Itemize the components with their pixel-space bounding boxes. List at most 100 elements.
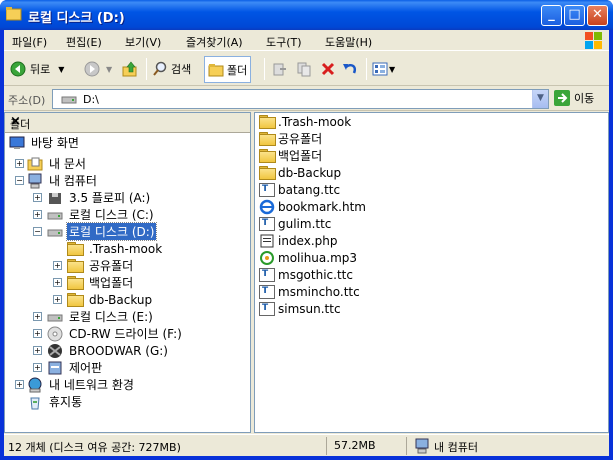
folders-button[interactable]: 폴더 xyxy=(204,56,252,83)
menu-favorites[interactable]: 즐겨찾기(A) xyxy=(186,34,243,50)
file-icon xyxy=(260,234,274,247)
tree-item-control-panel[interactable]: 제어판 xyxy=(47,359,104,376)
tree-item-broodwar-g[interactable]: BROODWAR (G:) xyxy=(47,342,170,359)
expand-toggle[interactable]: + xyxy=(15,159,24,168)
move-to-button[interactable] xyxy=(272,58,288,80)
list-item[interactable]: 공유폴더 xyxy=(259,130,322,147)
collapse-toggle[interactable]: − xyxy=(33,227,42,236)
tree-item-drive-e[interactable]: 로컬 디스크 (E:) xyxy=(47,308,155,325)
menu-view[interactable]: 보기(V) xyxy=(125,34,161,50)
expand-toggle[interactable]: + xyxy=(33,193,42,202)
tree-item-floppy-a[interactable]: 3.5 플로피 (A:) xyxy=(47,189,152,206)
tree-item-desktop[interactable]: 바탕 화면 xyxy=(9,134,81,151)
minimize-button[interactable]: _ xyxy=(541,5,562,26)
menu-edit[interactable]: 편집(E) xyxy=(66,34,102,50)
font-icon xyxy=(259,267,275,282)
tree-item-drive-d[interactable]: 로컬 디스크 (D:) xyxy=(47,222,158,241)
list-item[interactable]: index.php xyxy=(259,232,337,249)
status-location: 내 컴퓨터 xyxy=(434,441,478,454)
window-body: 파일(F) 편집(E) 보기(V) 즐겨찾기(A) 도구(T) 도움말(H) 뒤… xyxy=(4,30,609,456)
undo-icon xyxy=(343,64,356,74)
go-arrow-icon xyxy=(554,90,570,106)
list-item[interactable]: batang.ttc xyxy=(259,181,340,198)
undo-button[interactable] xyxy=(342,58,358,80)
chevron-down-icon[interactable]: ▼ xyxy=(58,65,64,74)
expand-toggle[interactable]: + xyxy=(33,346,42,355)
folder-icon xyxy=(6,7,22,21)
tree-item-network[interactable]: 내 네트워크 환경 xyxy=(27,376,136,393)
list-item[interactable]: simsun.ttc xyxy=(259,300,341,317)
maximize-button[interactable]: □ xyxy=(564,5,585,26)
chevron-down-icon[interactable]: ▼ xyxy=(106,65,112,74)
list-item[interactable]: msgothic.ttc xyxy=(259,266,353,283)
list-item[interactable]: gulim.ttc xyxy=(259,215,331,232)
up-folder-button[interactable] xyxy=(122,58,138,80)
folders-pane-header: 폴더 × xyxy=(5,113,250,133)
tree-item-shared-folder[interactable]: 공유폴더 xyxy=(67,257,135,274)
search-button[interactable]: 검색 xyxy=(152,58,191,80)
close-pane-icon[interactable]: × xyxy=(10,114,244,129)
list-item[interactable]: bookmark.htm xyxy=(259,198,366,215)
expand-toggle[interactable]: + xyxy=(53,295,62,304)
media-icon xyxy=(260,250,274,265)
expand-toggle[interactable]: + xyxy=(53,278,62,287)
list-item[interactable]: 백업폴더 xyxy=(259,147,322,164)
tree-item-db-backup[interactable]: db-Backup xyxy=(67,291,154,308)
folder-icon xyxy=(259,166,276,180)
tree-item-my-computer[interactable]: 내 컴퓨터 xyxy=(27,172,99,189)
collapse-toggle[interactable]: − xyxy=(15,176,24,185)
list-item[interactable]: .Trash-mook xyxy=(259,113,351,130)
go-button[interactable]: 이동 xyxy=(554,90,594,106)
expand-toggle[interactable]: + xyxy=(33,210,42,219)
tree-item-backup-folder[interactable]: 백업폴더 xyxy=(67,274,135,291)
list-item[interactable]: db-Backup xyxy=(259,164,341,181)
list-item[interactable]: molihua.mp3 xyxy=(259,249,357,266)
list-item[interactable]: msmincho.ttc xyxy=(259,283,360,300)
delete-button[interactable] xyxy=(320,58,336,80)
forward-button[interactable]: ▼ xyxy=(84,58,112,80)
explorer-window: 로컬 디스크 (D:) _ □ ✕ 파일(F) 편집(E) 보기(V) 즐겨찾기… xyxy=(0,0,613,460)
tree-item-recycle-bin[interactable]: 휴지통 xyxy=(27,393,84,410)
toolbar-separator xyxy=(366,58,367,80)
tree-item-drive-c[interactable]: 로컬 디스크 (C:) xyxy=(47,206,156,223)
recycle-bin-icon xyxy=(30,397,40,409)
expand-toggle[interactable]: + xyxy=(33,363,42,372)
game-cd-icon xyxy=(48,343,62,358)
folder-icon xyxy=(259,115,276,129)
views-button[interactable]: ▼ xyxy=(372,58,395,80)
file-list-pane: .Trash-mook 공유폴더 백업폴더 db-Backup batang.t… xyxy=(254,112,609,433)
font-icon xyxy=(259,182,275,197)
chevron-down-icon[interactable]: ▼ xyxy=(389,65,395,74)
menu-bar: 파일(F) 편집(E) 보기(V) 즐겨찾기(A) 도구(T) 도움말(H) xyxy=(4,30,609,51)
status-separator xyxy=(326,437,327,455)
status-separator xyxy=(406,437,407,455)
font-icon xyxy=(259,284,275,299)
close-button[interactable]: ✕ xyxy=(587,5,608,26)
address-dropdown-button[interactable]: ▼ xyxy=(532,90,548,108)
menu-help[interactable]: 도움말(H) xyxy=(325,34,372,50)
drive-icon xyxy=(61,96,77,104)
tree-item-my-documents[interactable]: 내 문서 xyxy=(27,155,88,172)
expand-toggle[interactable]: + xyxy=(53,261,62,270)
folder-icon xyxy=(259,149,276,163)
menu-file[interactable]: 파일(F) xyxy=(12,34,47,50)
back-button[interactable]: 뒤로 ▼ xyxy=(10,58,64,80)
go-label: 이동 xyxy=(574,92,595,105)
font-icon xyxy=(259,216,275,231)
copy-to-button[interactable] xyxy=(296,58,312,80)
tree-item-cdrw-f[interactable]: CD-RW 드라이브 (F:) xyxy=(47,325,184,342)
tree-item-trash-mook[interactable]: .Trash-mook xyxy=(67,240,164,257)
title-bar[interactable]: 로컬 디스크 (D:) _ □ ✕ xyxy=(0,0,613,30)
menu-tools[interactable]: 도구(T) xyxy=(266,34,302,50)
status-object-count: 12 개체 (디스크 여유 공간: 727MB) xyxy=(8,441,181,454)
folder-icon xyxy=(259,132,276,146)
expand-toggle[interactable]: + xyxy=(33,312,42,321)
toolbar-separator xyxy=(146,58,147,80)
expand-toggle[interactable]: + xyxy=(33,329,42,338)
delete-x-icon xyxy=(321,62,335,76)
address-label: 주소(D) xyxy=(8,94,46,107)
expand-toggle[interactable]: + xyxy=(15,380,24,389)
address-input[interactable]: D:\ ▼ xyxy=(52,89,549,109)
copy-to-icon xyxy=(297,62,311,77)
folder-icon xyxy=(67,242,84,256)
